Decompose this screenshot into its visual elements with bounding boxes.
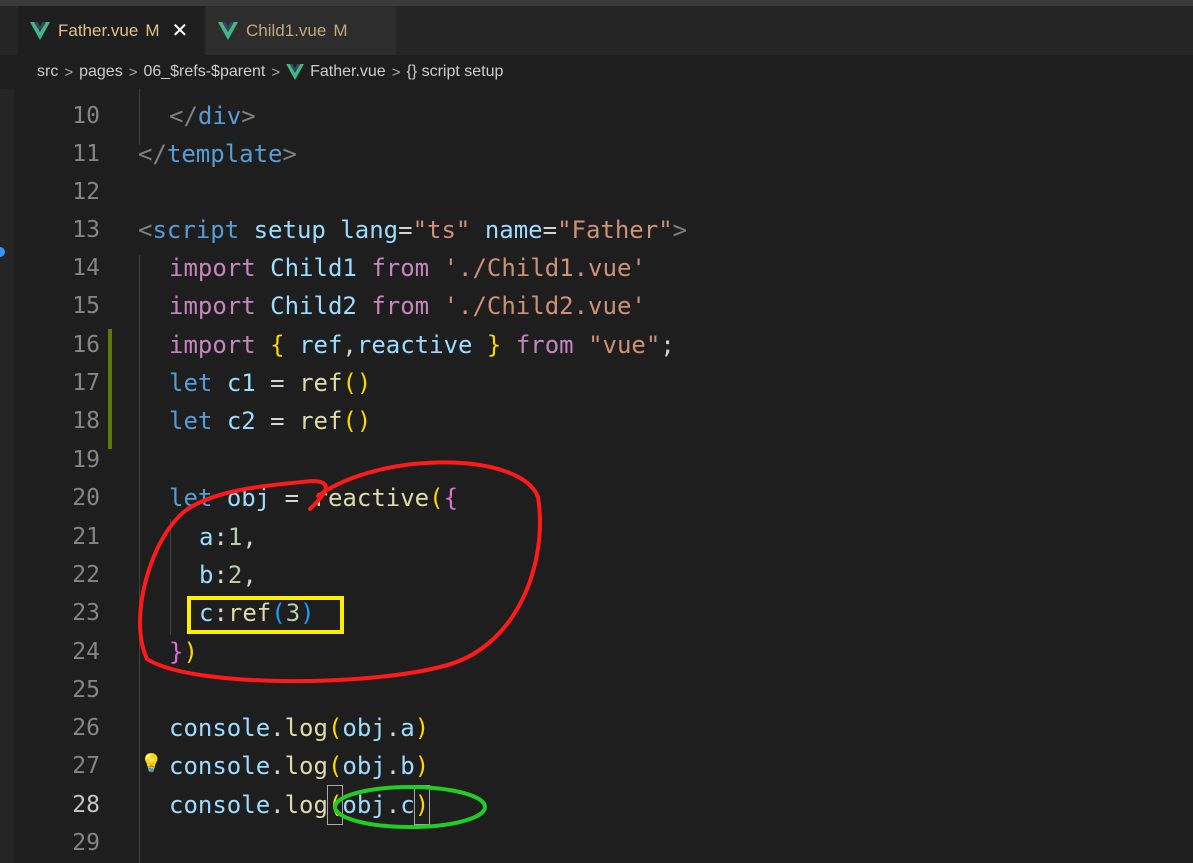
modified-badge: M [145,20,160,40]
vue-icon [30,21,50,40]
chevron-right-icon: > [271,63,281,81]
vue-icon [286,64,304,80]
vue-icon [218,21,238,40]
tab-bar: Father.vue M ✕ Child1.vue M [0,6,1193,55]
red-circle-annotation [138,460,542,684]
close-icon[interactable]: ✕ [172,18,189,43]
breadcrumb-file[interactable]: Father.vue [310,63,386,81]
chevron-right-icon: > [128,63,138,81]
breadcrumb-folder[interactable]: 06_$refs-$parent [143,63,265,81]
yellow-box-annotation [187,596,344,634]
breadcrumb: src > pages > 06_$refs-$parent > Father.… [0,55,1193,89]
breadcrumb-pages[interactable]: pages [79,63,123,81]
annotation-overlay [138,460,542,829]
tab-child1-vue[interactable]: Child1.vue M [206,6,396,55]
tab-label: Father.vue [58,20,139,40]
tab-father-vue[interactable]: Father.vue M ✕ [18,6,204,55]
breadcrumb-src[interactable]: src [37,63,58,81]
chevron-right-icon: > [391,63,401,81]
breadcrumb-symbol[interactable]: {} script setup [406,63,503,81]
modified-badge: M [333,20,348,40]
green-circle-annotation [333,785,487,829]
code-editor[interactable]: 10 </div> 11 </template> 12 13 <script s… [0,89,1193,863]
chevron-right-icon: > [64,63,74,81]
tab-label: Child1.vue [246,20,327,40]
